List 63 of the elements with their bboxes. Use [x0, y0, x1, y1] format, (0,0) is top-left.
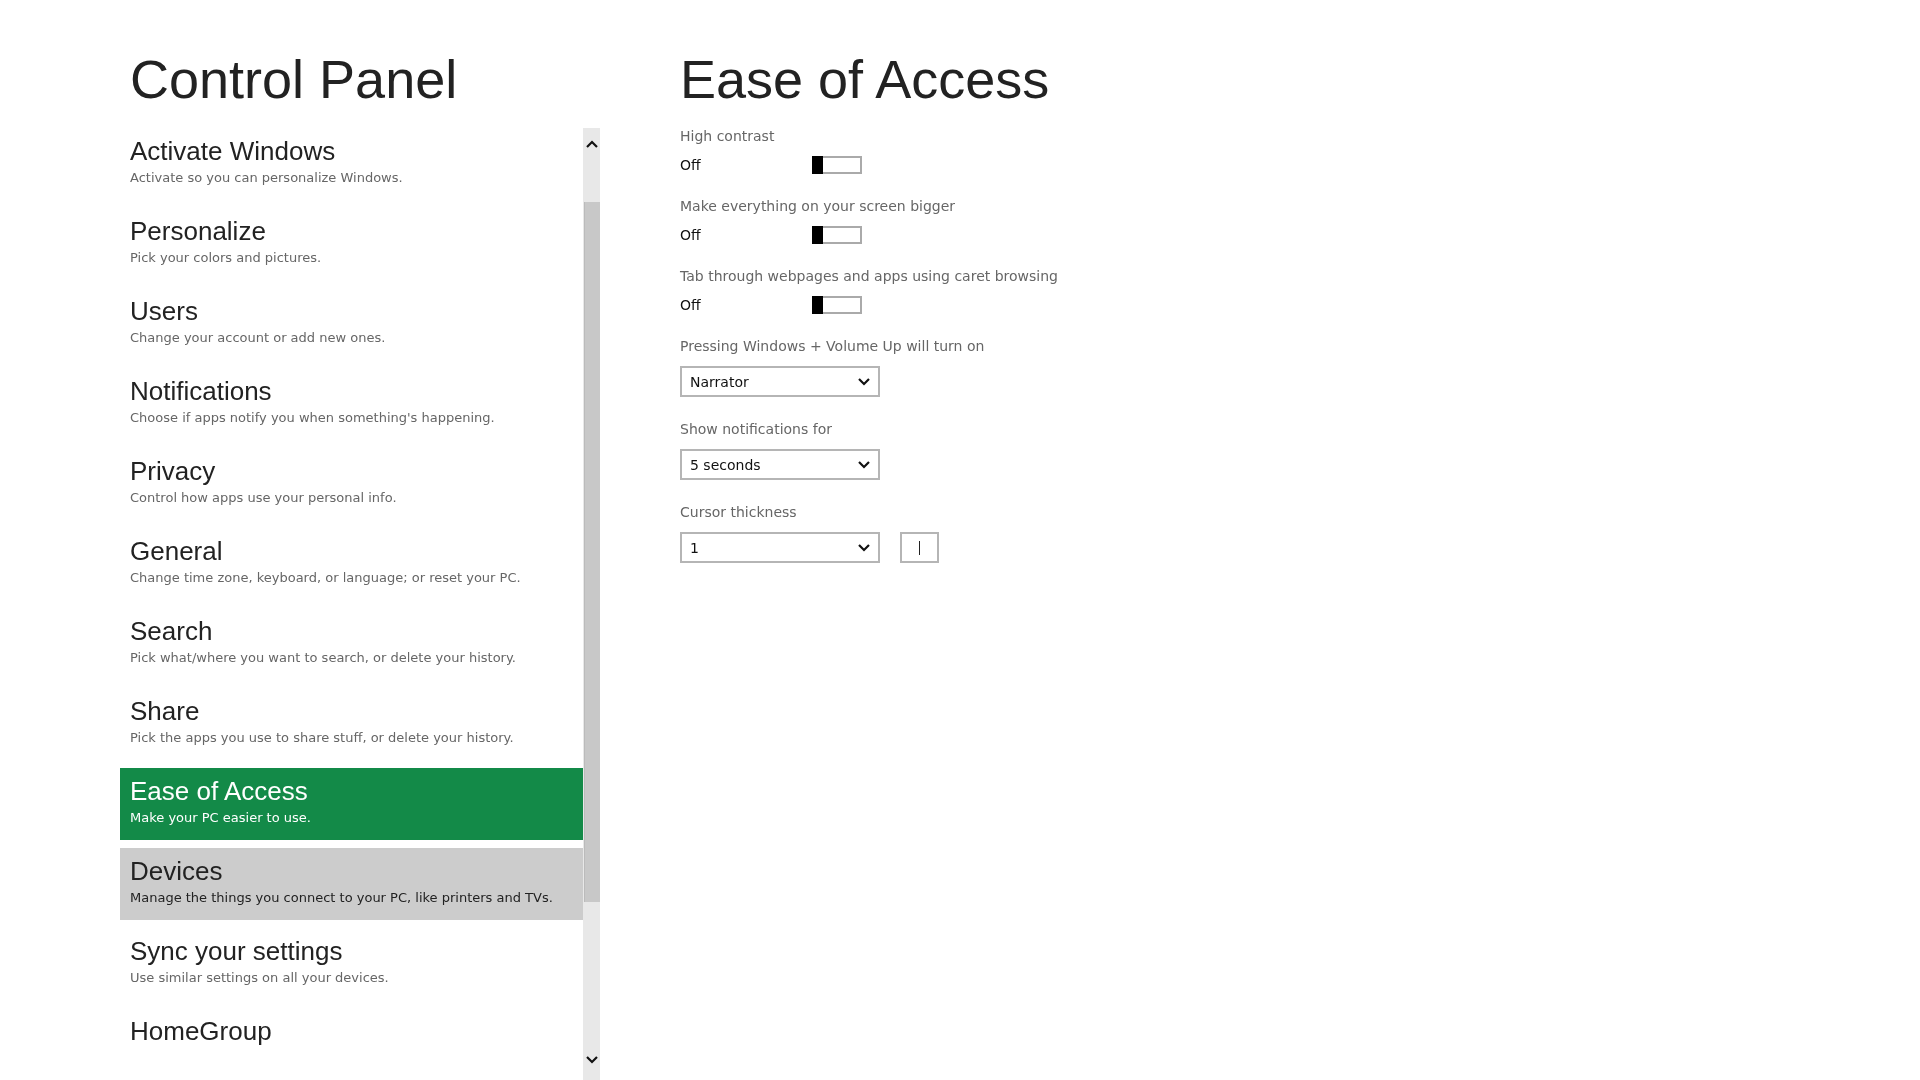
- category-item[interactable]: Search Pick what/where you want to search, or delete your history.: [120, 608, 583, 680]
- chevron-down-icon: [858, 377, 870, 386]
- category-title: Notifications: [130, 376, 273, 406]
- setting-label: Show notifications for: [680, 421, 833, 437]
- toggle-knob[interactable]: [812, 226, 823, 244]
- category-title: Activate Windows: [130, 136, 337, 166]
- scrollbar-thumb[interactable]: [583, 202, 600, 902]
- category-description: Choose if apps notify you when something's happening.: [130, 410, 496, 426]
- scrollbar[interactable]: [583, 128, 600, 1080]
- toggle-switch[interactable]: [812, 156, 862, 174]
- category-title: Privacy: [130, 456, 217, 486]
- toggle-state-text: Off: [680, 157, 702, 173]
- toggle-state-text: Off: [680, 297, 702, 313]
- category-description: Control how apps use your personal info.: [130, 490, 398, 506]
- chevron-down-icon: [858, 543, 870, 552]
- category-description: Use similar settings on all your devices.: [130, 970, 390, 986]
- section-title: Ease of Access: [680, 52, 1051, 111]
- toggle-switch[interactable]: [812, 296, 862, 314]
- category-description: Pick what/where you want to search, or delete your history.: [130, 650, 517, 666]
- dropdown[interactable]: 5 seconds: [680, 449, 880, 480]
- chevron-down-icon: [858, 460, 870, 469]
- category-title: Share: [130, 696, 201, 726]
- category-title: Personalize: [130, 216, 267, 246]
- scroll-down-icon[interactable]: [585, 1054, 598, 1066]
- category-title: Devices: [130, 856, 224, 886]
- category-item[interactable]: Activate Windows Activate so you can personalize Windows.: [120, 128, 583, 200]
- category-title: General: [130, 536, 224, 566]
- category-item[interactable]: Devices Manage the things you connect to your PC, like printers and TVs.: [120, 848, 583, 920]
- page-title: Control Panel: [129, 48, 459, 111]
- toggle-state-text: Off: [680, 227, 702, 243]
- setting-label: Tab through webpages and apps using caret browsing: [680, 268, 1059, 284]
- category-item[interactable]: Sync your settings Use similar settings on all your devices.: [120, 928, 583, 1000]
- category-description: Make your PC easier to use.: [130, 810, 312, 826]
- category-item[interactable]: General Change time zone, keyboard, or language; or reset your PC.: [120, 528, 583, 600]
- category-item[interactable]: HomeGroup: [120, 1008, 583, 1080]
- category-item[interactable]: Users Change your account or add new ones.: [120, 288, 583, 360]
- category-description: Change your account or add new ones.: [130, 330, 387, 346]
- setting-label: Make everything on your screen bigger: [680, 198, 957, 214]
- toggle-switch[interactable]: [812, 226, 862, 244]
- toggle-knob[interactable]: [812, 156, 823, 174]
- setting-label: Cursor thickness: [680, 504, 798, 520]
- setting-label: High contrast: [680, 128, 776, 144]
- category-title: Ease of Access: [130, 776, 309, 806]
- category-description: Activate so you can personalize Windows.: [130, 170, 404, 186]
- category-description: Manage the things you connect to your PC, like printers and TVs.: [130, 890, 554, 906]
- category-description: Change time zone, keyboard, or language; or reset your PC.: [130, 570, 522, 586]
- setting-label: Pressing Windows + Volume Up will turn on: [680, 338, 986, 354]
- toggle-knob[interactable]: [812, 296, 823, 314]
- category-title: HomeGroup: [130, 1016, 273, 1046]
- category-item[interactable]: Privacy Control how apps use your personal info.: [120, 448, 583, 520]
- category-title: Search: [130, 616, 214, 646]
- cursor-icon: [919, 540, 920, 555]
- category-description: Pick your colors and pictures.: [130, 250, 323, 266]
- category-item[interactable]: Share Pick the apps you use to share stuff, or delete your history.: [120, 688, 583, 760]
- category-item[interactable]: Ease of Access Make your PC easier to use.: [120, 768, 583, 840]
- dropdown[interactable]: 1: [680, 532, 880, 563]
- category-item[interactable]: Personalize Pick your colors and pictures.: [120, 208, 583, 280]
- category-title: Sync your settings: [130, 936, 344, 966]
- dropdown[interactable]: Narrator: [680, 366, 880, 397]
- scroll-up-icon[interactable]: [585, 138, 598, 150]
- category-item[interactable]: Notifications Choose if apps notify you when something's happening.: [120, 368, 583, 440]
- category-title: Users: [130, 296, 199, 326]
- category-description: Pick the apps you use to share stuff, or delete your history.: [130, 730, 515, 746]
